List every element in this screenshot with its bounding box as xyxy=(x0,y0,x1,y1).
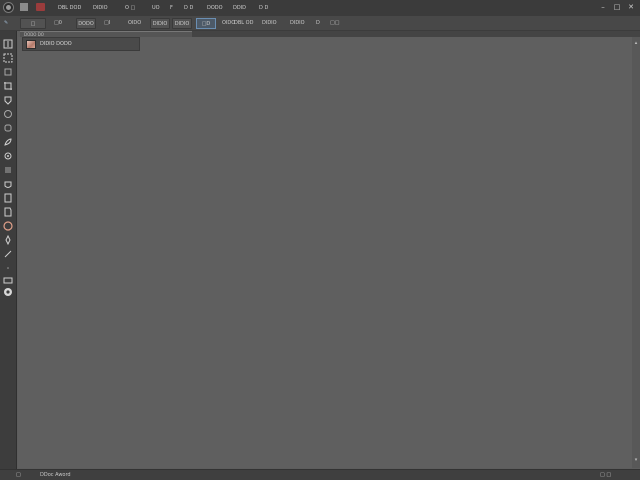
option-size-dropdown[interactable]: DODO xyxy=(76,18,96,29)
menu-item-type[interactable]: F xyxy=(170,3,173,13)
eyedropper-icon[interactable] xyxy=(3,109,13,119)
window-icon[interactable] xyxy=(36,3,45,11)
menu-item-edit[interactable]: DIDIO xyxy=(93,3,108,13)
document-info[interactable]: DDoc Aword xyxy=(40,471,71,480)
eraser-icon[interactable] xyxy=(3,179,13,189)
menu-item-file[interactable]: DBL DOD xyxy=(58,3,81,13)
brush-icon[interactable] xyxy=(3,137,13,147)
option-preset-dropdown[interactable]: □ xyxy=(20,18,46,29)
app-logo-icon[interactable] xyxy=(3,2,14,13)
option-extra[interactable]: D xyxy=(316,18,320,29)
status-bar: □ DDoc Aword □ □ xyxy=(0,469,640,480)
path-icon[interactable] xyxy=(3,263,13,273)
shape-icon[interactable] xyxy=(3,275,13,285)
option-opacity[interactable]: OIDO xyxy=(128,18,141,29)
option-smoothing-dropdown[interactable]: DIDIO xyxy=(172,18,192,29)
menu-item-image[interactable]: O □ xyxy=(125,3,135,13)
clone-icon[interactable] xyxy=(3,151,13,161)
close-button[interactable]: ✕ xyxy=(626,2,636,12)
status-right: □ □ xyxy=(600,472,612,478)
layer-thumbnail xyxy=(26,40,36,49)
maximize-button[interactable]: □ xyxy=(612,2,622,12)
history-icon[interactable] xyxy=(3,165,13,175)
menu-item-window[interactable]: D D xyxy=(259,3,268,13)
vertical-scrollbar[interactable]: ▴ ▾ xyxy=(632,37,640,468)
option-settings[interactable]: □□ xyxy=(330,18,339,29)
dodge-icon[interactable] xyxy=(3,221,13,231)
option-toggle[interactable]: □I xyxy=(104,18,110,29)
option-mode[interactable]: □0 xyxy=(54,18,62,29)
pen-icon[interactable] xyxy=(3,235,13,245)
lasso-icon[interactable] xyxy=(3,67,13,77)
crop-icon[interactable] xyxy=(3,81,13,91)
option-pressure[interactable]: DBL OD xyxy=(234,18,253,29)
zoom-level[interactable]: □ xyxy=(16,471,21,480)
menu-item-layer[interactable]: UO xyxy=(152,3,160,13)
text-icon[interactable] xyxy=(3,249,13,259)
canvas-area[interactable] xyxy=(18,37,632,468)
option-brush-active[interactable]: □D xyxy=(196,18,216,29)
menu-item-filter[interactable]: DODO xyxy=(207,3,223,13)
chevron-up-icon[interactable]: ▴ xyxy=(633,40,639,46)
tool-preset-icon[interactable]: ✎ xyxy=(4,18,14,29)
gradient-icon[interactable] xyxy=(3,193,13,203)
options-bar: ✎ □ □0 DODO □I OIDO DIDIO DIDIO □D OIDO … xyxy=(0,16,640,31)
layer-item[interactable]: DIDIO DODO xyxy=(22,37,140,51)
healing-icon[interactable] xyxy=(3,123,13,133)
menu-item-select[interactable]: D D xyxy=(184,3,193,13)
minimize-button[interactable]: – xyxy=(598,2,608,12)
option-symmetry[interactable]: DIDIO xyxy=(262,18,277,29)
menu-bar: DBL DOD DIDIO O □ UO F D D DODO DDID D D… xyxy=(0,0,640,16)
frame-icon[interactable] xyxy=(3,95,13,105)
zoom-icon[interactable] xyxy=(3,287,13,297)
chevron-down-icon[interactable]: ▾ xyxy=(633,457,639,463)
tools-panel xyxy=(0,31,17,469)
blur-icon[interactable] xyxy=(3,207,13,217)
option-flow-dropdown[interactable]: DIDIO xyxy=(150,18,170,29)
move-icon[interactable] xyxy=(3,39,13,49)
home-icon[interactable] xyxy=(20,3,28,11)
layer-name: DIDIO DODO xyxy=(40,41,72,47)
menu-item-view[interactable]: DDID xyxy=(233,3,246,13)
option-angle[interactable]: DIDIO xyxy=(290,18,305,29)
marquee-icon[interactable] xyxy=(3,53,13,63)
